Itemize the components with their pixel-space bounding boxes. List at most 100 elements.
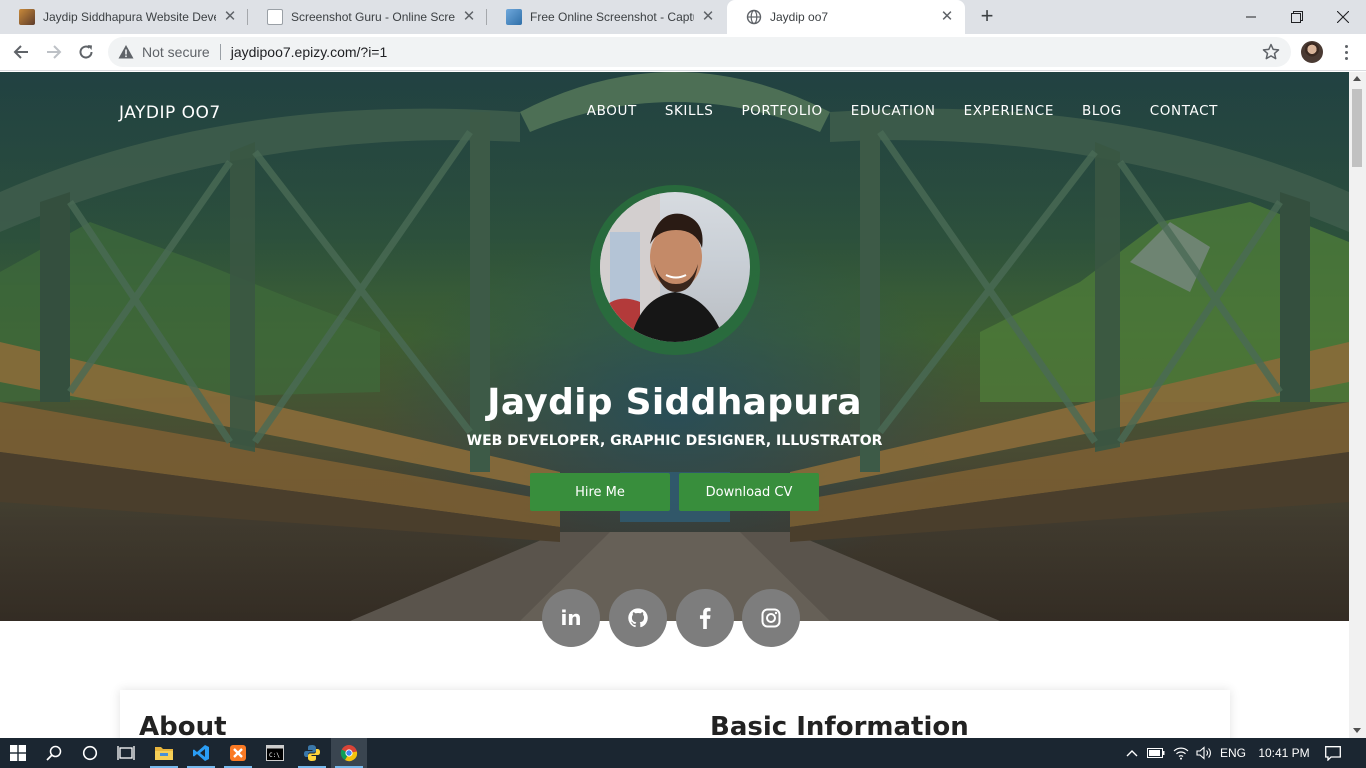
image-favicon-icon [506, 9, 522, 25]
action-center-button[interactable] [1318, 738, 1348, 768]
back-arrow-icon [13, 45, 28, 59]
battery-button[interactable] [1145, 738, 1167, 768]
file-explorer-app[interactable] [146, 738, 182, 768]
xampp-icon [230, 745, 246, 761]
scroll-thumb[interactable] [1352, 89, 1362, 167]
nav-education[interactable]: EDUCATION [851, 103, 936, 119]
notification-icon [1325, 745, 1341, 761]
address-bar[interactable]: Not secure jaydipoo7.epizy.com/?i=1 [108, 37, 1291, 67]
hire-me-button[interactable]: Hire Me [530, 473, 670, 511]
chevron-up-icon [1126, 750, 1138, 757]
tab-4-active[interactable]: Jaydip oo7 ✕ [727, 0, 965, 34]
hero-subtitle: WEB DEVELOPER, GRAPHIC DESIGNER, ILLUSTR… [466, 433, 883, 449]
tab-title: Jaydip Siddhapura Website Deve [43, 10, 216, 24]
scroll-up-icon[interactable] [1353, 76, 1361, 81]
bookmark-star-icon[interactable] [1262, 43, 1280, 61]
facebook-button[interactable] [676, 589, 734, 647]
profile-photo [600, 192, 750, 342]
windows-logo-icon [10, 745, 26, 761]
browser-toolbar: Not secure jaydipoo7.epizy.com/?i=1 [0, 34, 1366, 71]
github-button[interactable] [609, 589, 667, 647]
linkedin-icon: in [560, 606, 582, 630]
new-tab-button[interactable]: + [976, 5, 998, 28]
windows-taskbar: C:\ ENG 10:41 PM [0, 738, 1366, 768]
search-button[interactable] [36, 738, 72, 768]
reload-button[interactable] [73, 39, 99, 65]
linkedin-button[interactable]: in [542, 589, 600, 647]
command-prompt-app[interactable]: C:\ [257, 738, 293, 768]
chrome-icon [340, 745, 358, 762]
wifi-icon [1173, 747, 1189, 760]
scroll-down-icon[interactable] [1353, 728, 1361, 733]
xampp-app[interactable] [220, 738, 256, 768]
warning-icon [118, 45, 134, 59]
close-window-button[interactable] [1320, 0, 1366, 34]
cortana-circle-icon [82, 745, 98, 761]
instagram-button[interactable] [742, 589, 800, 647]
start-button[interactable] [0, 738, 36, 768]
tab-3[interactable]: Free Online Screenshot - Capture ✕ [487, 0, 726, 34]
url-text: jaydipoo7.epizy.com/?i=1 [230, 44, 388, 60]
hero-name: Jaydip Siddhapura [487, 382, 862, 423]
download-cv-button[interactable]: Download CV [679, 473, 819, 511]
basic-information-heading: Basic Information [710, 712, 969, 738]
search-icon [46, 745, 62, 761]
close-icon[interactable]: ✕ [222, 9, 238, 25]
nav-blog[interactable]: BLOG [1082, 103, 1122, 119]
tab-2[interactable]: Screenshot Guru - Online Screen ✕ [248, 0, 487, 34]
close-icon[interactable]: ✕ [939, 9, 955, 25]
terminal-icon: C:\ [266, 745, 284, 761]
clock[interactable]: 10:41 PM [1254, 738, 1314, 768]
reload-icon [79, 45, 93, 59]
menu-kebab-icon[interactable] [1338, 41, 1354, 63]
tab-strip: Jaydip Siddhapura Website Deve ✕ Screens… [0, 0, 1366, 34]
hero-section: JAYDIP OO7 ABOUT SKILLS PORTFOLIO EDUCAT… [0, 72, 1349, 621]
vs-code-app[interactable] [183, 738, 219, 768]
document-favicon-icon [267, 9, 283, 25]
tab-title: Jaydip oo7 [770, 10, 829, 24]
about-heading: About [139, 712, 227, 738]
about-card: About Basic Information [120, 690, 1230, 738]
instagram-icon [761, 608, 781, 628]
tab-title: Free Online Screenshot - Capture [530, 10, 694, 24]
restore-button[interactable] [1274, 0, 1320, 34]
security-status: Not secure [142, 44, 210, 60]
close-icon[interactable]: ✕ [461, 9, 477, 25]
battery-icon [1147, 748, 1165, 758]
close-icon[interactable]: ✕ [700, 9, 716, 25]
profile-photo-favicon-icon [19, 9, 35, 25]
network-button[interactable] [1170, 738, 1192, 768]
folder-icon [155, 747, 173, 760]
chrome-app[interactable] [331, 738, 367, 768]
main-nav: ABOUT SKILLS PORTFOLIO EDUCATION EXPERIE… [587, 103, 1218, 119]
nav-about[interactable]: ABOUT [587, 103, 637, 119]
vs-code-icon [193, 745, 209, 761]
tab-1[interactable]: Jaydip Siddhapura Website Deve ✕ [0, 0, 248, 34]
task-view-button[interactable] [108, 738, 144, 768]
page-scrollbar[interactable] [1349, 72, 1366, 738]
speaker-icon [1196, 746, 1211, 760]
minimize-button[interactable] [1228, 0, 1274, 34]
tab-title: Screenshot Guru - Online Screen [291, 10, 455, 24]
forward-arrow-icon [47, 45, 62, 59]
language-indicator[interactable]: ENG [1217, 738, 1249, 768]
nav-portfolio[interactable]: PORTFOLIO [741, 103, 822, 119]
cortana-button[interactable] [72, 738, 108, 768]
nav-skills[interactable]: SKILLS [665, 103, 714, 119]
svg-text:C:\: C:\ [269, 752, 280, 759]
site-brand[interactable]: JAYDIP OO7 [119, 103, 221, 123]
show-hidden-icons-button[interactable] [1122, 738, 1142, 768]
globe-icon [746, 9, 762, 25]
python-icon [304, 745, 320, 761]
back-button[interactable] [8, 39, 34, 65]
github-icon [628, 608, 648, 628]
page-viewport: JAYDIP OO7 ABOUT SKILLS PORTFOLIO EDUCAT… [0, 72, 1349, 738]
python-app[interactable] [294, 738, 330, 768]
task-view-icon [117, 746, 135, 760]
forward-button[interactable] [41, 39, 67, 65]
profile-avatar[interactable] [1301, 41, 1323, 63]
facebook-icon [699, 607, 711, 629]
nav-experience[interactable]: EXPERIENCE [964, 103, 1054, 119]
nav-contact[interactable]: CONTACT [1150, 103, 1218, 119]
volume-button[interactable] [1193, 738, 1215, 768]
